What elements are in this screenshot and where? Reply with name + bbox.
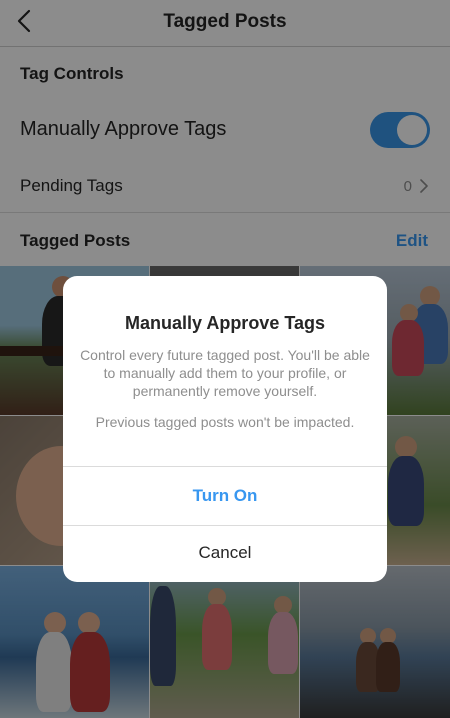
dialog-title: Manually Approve Tags bbox=[124, 313, 326, 333]
cancel-button[interactable]: Cancel bbox=[63, 524, 387, 582]
dialog-note: Previous tagged posts won't be impacted. bbox=[95, 414, 355, 430]
dialog-message: Control every future tagged post. You'll… bbox=[80, 347, 370, 399]
turn-on-button[interactable]: Turn On bbox=[63, 467, 387, 525]
manually-approve-dialog: Manually Approve Tags Control every futu… bbox=[63, 276, 387, 582]
